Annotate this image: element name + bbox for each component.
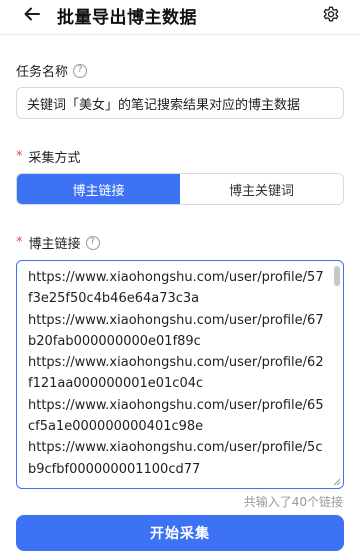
header-divider — [0, 34, 360, 35]
mode-option-blogger-keyword[interactable]: 博主关键词 — [180, 174, 343, 204]
task-name-label-row: 任务名称 ? — [16, 61, 88, 80]
blogger-links-textarea[interactable]: https://www.xiaohongshu.com/user/profile… — [16, 260, 344, 489]
task-name-label: 任务名称 — [16, 65, 69, 80]
task-name-input[interactable] — [16, 87, 344, 119]
page-title: 批量导出博主数据 — [57, 8, 197, 28]
scrollbar[interactable] — [333, 264, 341, 484]
help-icon[interactable]: ? — [73, 63, 88, 78]
collect-mode-label-row: * 采集方式 — [16, 147, 81, 166]
gear-icon — [323, 6, 339, 22]
header: 批量导出博主数据 — [0, 0, 360, 30]
link-line: https://www.xiaohongshu.com/user/profile… — [28, 312, 324, 349]
link-count-text: 共输入了40个链接 — [243, 495, 343, 509]
link-line: https://www.xiaohongshu.com/user/profile… — [28, 270, 324, 307]
help-icon[interactable]: ? — [85, 235, 100, 250]
blogger-links-label: 博主链接 — [28, 237, 81, 252]
settings-button[interactable] — [320, 3, 342, 25]
back-button[interactable] — [20, 2, 44, 26]
mode-option-blogger-link[interactable]: 博主链接 — [17, 174, 180, 204]
collect-mode-label: 采集方式 — [28, 151, 81, 166]
start-collect-button[interactable]: 开始采集 — [16, 515, 344, 551]
link-line: https://www.xiaohongshu.com/user/profile… — [28, 355, 324, 392]
required-mark: * — [16, 235, 23, 250]
resize-handle-icon[interactable] — [333, 478, 341, 486]
scroll-thumb[interactable] — [334, 266, 340, 286]
link-line: https://www.xiaohongshu.com/user/profile… — [28, 440, 323, 477]
blogger-links-content[interactable]: https://www.xiaohongshu.com/user/profile… — [17, 261, 331, 488]
collect-mode-segmented: 博主链接 博主关键词 — [16, 173, 344, 205]
link-line: https://www.xiaohongshu.com/user/profile… — [28, 397, 324, 435]
arrow-left-icon — [24, 7, 40, 21]
required-mark: * — [16, 149, 23, 164]
blogger-links-label-row: * 博主链接 ? — [16, 233, 100, 252]
